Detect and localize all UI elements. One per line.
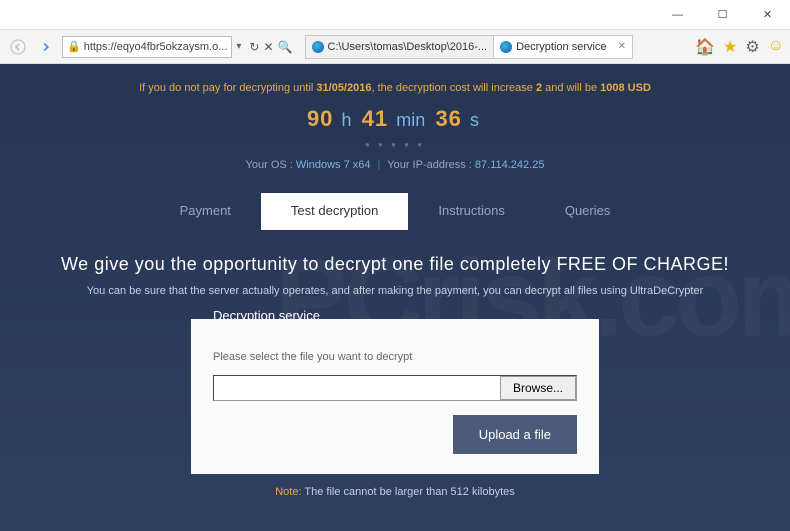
search-icon[interactable]: 🔍 (278, 40, 293, 54)
hero-section: We give you the opportunity to decrypt o… (22, 254, 768, 297)
gear-icon[interactable]: ⚙ (745, 37, 759, 57)
warning-banner: If you do not pay for decrypting until 3… (22, 82, 768, 94)
dropdown-icon[interactable]: ▾ (236, 41, 241, 52)
browser-tabs: C:\Users\tomas\Desktop\2016-... Decrypti… (305, 35, 684, 59)
size-note: Note: The file cannot be larger than 512… (22, 486, 768, 498)
forward-arrow-icon (39, 40, 53, 54)
back-arrow-icon (10, 39, 26, 55)
toolbar-right-icons: 🏠 ★ ⚙ ☺ (695, 37, 784, 57)
home-icon[interactable]: 🏠 (695, 37, 715, 57)
forward-button[interactable] (34, 35, 58, 59)
ie-icon (500, 41, 512, 53)
tab-label: Decryption service (516, 41, 606, 53)
tab-label: C:\Users\tomas\Desktop\2016-... (328, 41, 488, 53)
browser-toolbar: 🔒 https://eqyo4fbr5okzaysm.o... ▾ ↻ ✕ 🔍 … (0, 30, 790, 64)
panel-hint: Please select the file you want to decry… (213, 351, 577, 363)
countdown-timer: 90 h 41 min 36 s (22, 106, 768, 132)
browse-button[interactable]: Browse... (500, 376, 576, 400)
url-text: https://eqyo4fbr5okzaysm.o... (84, 41, 228, 53)
tab-payment[interactable]: Payment (150, 193, 261, 230)
page-content: PCrisk.com If you do not pay for decrypt… (0, 64, 790, 531)
window-titlebar: — ☐ ✕ (0, 0, 790, 30)
minutes-unit: min (396, 110, 425, 130)
panel-legend: Decryption service (213, 308, 320, 323)
system-info: Your OS : Windows 7 x64 | Your IP-addres… (22, 159, 768, 171)
browser-tab[interactable]: Decryption service ✕ (493, 35, 633, 59)
window-minimize-button[interactable]: — (655, 0, 700, 30)
content-tabs: Payment Test decryption Instructions Que… (22, 193, 768, 230)
hero-title: We give you the opportunity to decrypt o… (22, 254, 768, 275)
refresh-icon[interactable]: ↻ (249, 40, 259, 54)
ie-icon (312, 41, 324, 53)
star-icon[interactable]: ★ (723, 37, 737, 57)
seconds-value: 36 (435, 106, 461, 131)
lock-icon: 🔒 (67, 40, 81, 53)
hours-unit: h (342, 110, 352, 130)
minutes-value: 41 (362, 106, 388, 131)
decryption-panel: Decryption service Please select the fil… (191, 319, 599, 474)
window-maximize-button[interactable]: ☐ (700, 0, 745, 30)
hours-value: 90 (307, 106, 333, 131)
window-close-button[interactable]: ✕ (745, 0, 790, 30)
toolbar-icons: ↻ ✕ 🔍 (249, 40, 292, 54)
browser-tab[interactable]: C:\Users\tomas\Desktop\2016-... (305, 35, 495, 59)
stop-icon[interactable]: ✕ (263, 40, 273, 54)
file-path-input[interactable] (214, 376, 500, 400)
back-button[interactable] (6, 35, 30, 59)
address-bar[interactable]: 🔒 https://eqyo4fbr5okzaysm.o... (62, 36, 232, 58)
hero-subtitle: You can be sure that the server actually… (22, 285, 768, 297)
pagination-dots: ● ● ● ● ● (22, 140, 768, 149)
seconds-unit: s (470, 110, 479, 130)
tab-instructions[interactable]: Instructions (408, 193, 534, 230)
tab-queries[interactable]: Queries (535, 193, 641, 230)
file-input-group: Browse... (213, 375, 577, 401)
upload-button[interactable]: Upload a file (453, 415, 577, 454)
tab-close-icon[interactable]: ✕ (618, 41, 626, 52)
tab-test-decryption[interactable]: Test decryption (261, 193, 408, 230)
face-icon[interactable]: ☺ (768, 37, 784, 57)
